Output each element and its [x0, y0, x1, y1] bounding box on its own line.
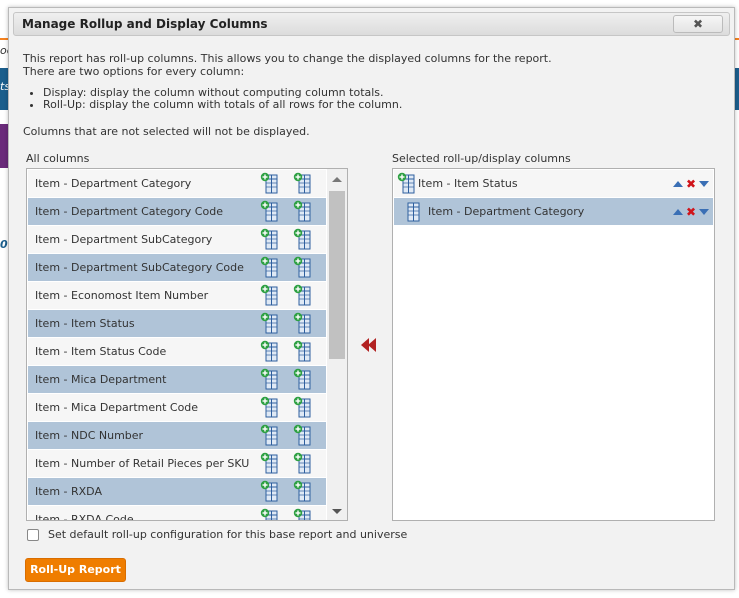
remove-icon[interactable]: ✖	[686, 178, 696, 190]
dialog-titlebar[interactable]: Manage Rollup and Display Columns ✖	[13, 12, 730, 36]
all-columns-label: All columns	[26, 152, 90, 165]
scroll-up-arrow-icon[interactable]	[332, 177, 342, 182]
default-config-checkbox[interactable]	[27, 528, 39, 541]
list-item-label: Item - Department Category Code	[35, 205, 223, 218]
add-display-column-icon[interactable]	[260, 172, 280, 194]
scrollbar[interactable]	[327, 169, 347, 520]
add-display-column-icon[interactable]	[260, 228, 280, 250]
scroll-thumb[interactable]	[329, 191, 345, 359]
all-columns-list[interactable]: Item - Department Category Item - Departm…	[26, 168, 348, 521]
selected-columns-list[interactable]: Item - Item Status ✖ Item - Department Cat…	[392, 168, 715, 521]
list-item[interactable]: Item - Item Status	[28, 310, 326, 337]
list-item[interactable]: Item - Department SubCategory Code	[28, 254, 326, 281]
move-left-icon[interactable]	[361, 338, 377, 352]
add-rollup-column-icon[interactable]	[293, 396, 313, 418]
add-rollup-column-icon[interactable]	[293, 284, 313, 306]
list-item-label: Item - NDC Number	[35, 429, 144, 442]
default-config-option[interactable]: Set default roll-up configuration for th…	[27, 528, 407, 541]
add-display-column-icon[interactable]	[260, 396, 280, 418]
add-rollup-column-icon[interactable]	[293, 424, 313, 446]
list-item-label: Item - Economost Item Number	[35, 289, 209, 302]
selected-item-label: Item - Department Category	[428, 205, 585, 218]
add-display-column-icon[interactable]	[260, 508, 280, 520]
selected-item-actions: ✖	[672, 178, 709, 190]
add-rollup-column-icon[interactable]	[293, 340, 313, 362]
list-item[interactable]: Item - Number of Retail Pieces per SKU	[28, 450, 326, 477]
list-item-label: Item - Item Status Code	[35, 345, 167, 358]
add-rollup-column-icon[interactable]	[293, 256, 313, 278]
intro-text: This report has roll-up columns. This al…	[23, 52, 723, 111]
option-list: Display: display the column without comp…	[43, 87, 723, 111]
move-up-icon[interactable]	[672, 181, 683, 187]
close-icon: ✖	[692, 17, 704, 31]
selected-item[interactable]: Item - Item Status ✖	[394, 170, 713, 197]
add-display-column-icon[interactable]	[260, 256, 280, 278]
add-display-column-icon[interactable]	[260, 424, 280, 446]
selected-columns-label: Selected roll-up/display columns	[392, 152, 571, 165]
add-display-column-icon[interactable]	[260, 312, 280, 334]
selected-item-actions: ✖	[672, 206, 709, 218]
move-up-icon[interactable]	[672, 209, 683, 215]
move-down-icon[interactable]	[699, 209, 709, 215]
selected-item[interactable]: Item - Department Category ✖	[394, 198, 713, 225]
list-item-label: Item - Department SubCategory	[35, 233, 213, 246]
list-item-label: Item - RXDA	[35, 485, 102, 498]
selected-item-label: Item - Item Status	[418, 177, 518, 190]
add-rollup-column-icon[interactable]	[293, 200, 313, 222]
rollup-report-button[interactable]: Roll-Up Report	[25, 558, 126, 582]
add-display-column-icon[interactable]	[260, 200, 280, 222]
list-item-label: Item - Department Category	[35, 177, 192, 190]
rollup-dialog: Manage Rollup and Display Columns ✖ This…	[8, 7, 735, 590]
add-rollup-column-icon[interactable]	[293, 228, 313, 250]
rollup-column-icon	[397, 172, 417, 194]
list-item-label: Item - Number of Retail Pieces per SKU	[35, 457, 250, 470]
list-item[interactable]: Item - Economost Item Number	[28, 282, 326, 309]
unselected-note: Columns that are not selected will not b…	[23, 125, 310, 138]
list-item[interactable]: Item - Department Category	[28, 170, 326, 197]
add-display-column-icon[interactable]	[260, 284, 280, 306]
close-button[interactable]: ✖	[673, 15, 723, 33]
add-display-column-icon[interactable]	[260, 480, 280, 502]
default-config-label: Set default roll-up configuration for th…	[48, 528, 408, 541]
add-rollup-column-icon[interactable]	[293, 508, 313, 520]
list-item-label: Item - Mica Department	[35, 373, 167, 386]
background-text: 0	[0, 238, 8, 251]
option-rollup: Roll-Up: display the column with totals …	[43, 99, 723, 111]
move-down-icon[interactable]	[699, 181, 709, 187]
background-gear-tile	[0, 124, 8, 168]
dialog-title: Manage Rollup and Display Columns	[22, 17, 268, 31]
list-item[interactable]: Item - Department SubCategory	[28, 226, 326, 253]
display-column-icon	[402, 200, 422, 222]
add-rollup-column-icon[interactable]	[293, 172, 313, 194]
list-item[interactable]: Item - Item Status Code	[28, 338, 326, 365]
add-rollup-column-icon[interactable]	[293, 452, 313, 474]
list-item[interactable]: Item - NDC Number	[28, 422, 326, 449]
list-item-label: Item - Mica Department Code	[35, 401, 199, 414]
list-item[interactable]: Item - RXDA	[28, 478, 326, 505]
add-rollup-column-icon[interactable]	[293, 480, 313, 502]
add-display-column-icon[interactable]	[260, 368, 280, 390]
intro-line: There are two options for every column:	[23, 65, 245, 78]
list-item[interactable]: Item - Mica Department Code	[28, 394, 326, 421]
add-rollup-column-icon[interactable]	[293, 368, 313, 390]
add-rollup-column-icon[interactable]	[293, 312, 313, 334]
background-header-right	[735, 68, 739, 110]
intro-line: This report has roll-up columns. This al…	[23, 52, 552, 65]
add-display-column-icon[interactable]	[260, 452, 280, 474]
scroll-down-arrow-icon[interactable]	[332, 509, 342, 514]
add-display-column-icon[interactable]	[260, 340, 280, 362]
list-item-label: Item - RXDA Code	[35, 513, 134, 521]
list-item-label: Item - Item Status	[35, 317, 135, 330]
remove-icon[interactable]: ✖	[686, 206, 696, 218]
list-item[interactable]: Item - Mica Department	[28, 366, 326, 393]
list-item[interactable]: Item - RXDA Code	[28, 506, 326, 521]
list-item[interactable]: Item - Department Category Code	[28, 198, 326, 225]
list-item-label: Item - Department SubCategory Code	[35, 261, 244, 274]
